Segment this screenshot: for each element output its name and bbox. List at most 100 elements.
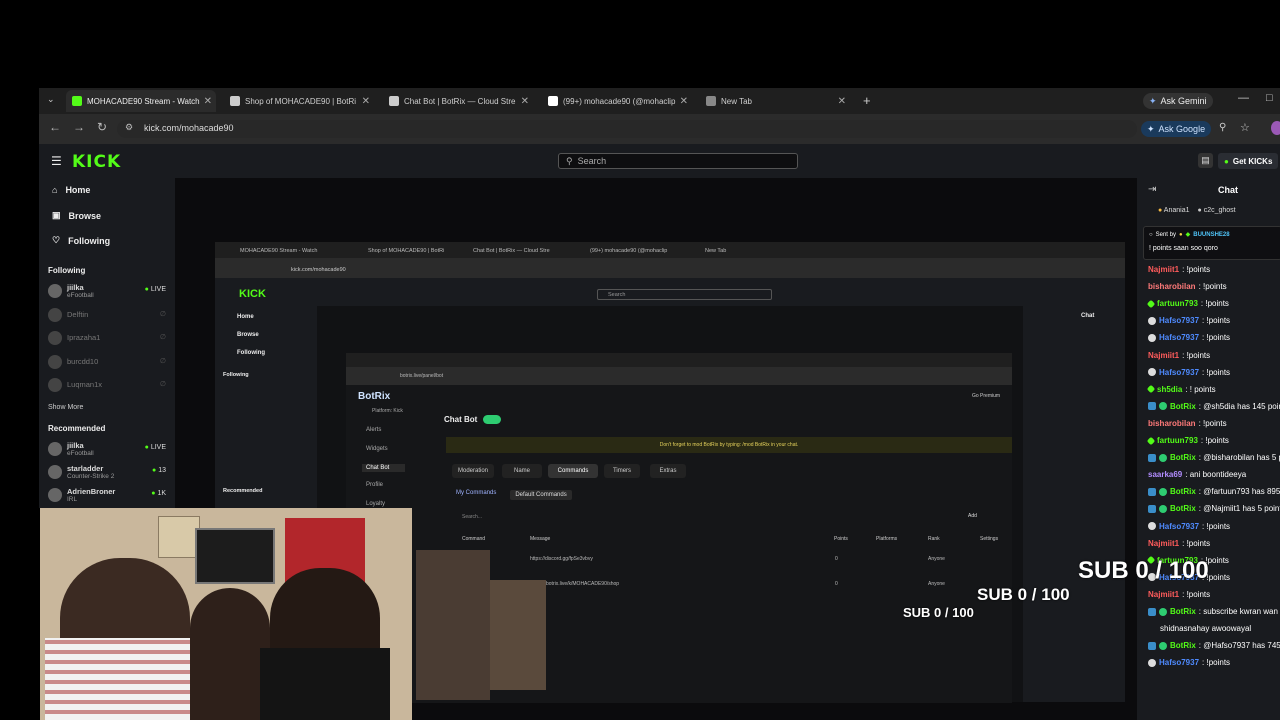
profile-avatar[interactable] [1271,121,1280,135]
chat-message[interactable]: BotRix: @Hafso7937 has 745 p [1148,641,1280,650]
chat-username[interactable]: Najmiit1 [1148,265,1179,274]
chat-message[interactable]: shidnasnahay awoowayal [1160,624,1251,633]
add-command-button: Add [968,513,977,519]
browser-tab-1[interactable]: MOHACADE90 Stream - Watch ✕ [66,90,216,112]
chat-username[interactable]: bisharobilan [1148,282,1196,291]
chat-username[interactable]: BotRix [1170,504,1196,513]
sidebar-channel[interactable]: starladder Counter-Strike 2 ● 13 [48,463,168,483]
chat-message[interactable]: bisharobilan: !points [1148,282,1227,291]
chat-message[interactable]: Hafso7937: !points [1148,368,1230,377]
tab-close-icon[interactable]: ✕ [680,96,688,107]
chat-message[interactable]: Hafso7937: !points [1148,658,1230,667]
sidebar-channel[interactable]: jiilka eFootball ● LIVE [48,282,168,302]
chat-username[interactable]: saarka69 [1148,470,1182,479]
address-bar[interactable] [117,120,1137,138]
user-badge-icon [1148,504,1156,513]
chat-message[interactable]: Hafso7937: !points [1148,316,1230,325]
tab-close-icon[interactable]: ✕ [521,96,529,107]
wallet-icon[interactable]: ▤ [1198,153,1213,168]
chat-username[interactable]: BotRix [1170,453,1196,462]
chat-username[interactable]: BotRix [1170,402,1196,411]
nested-tab-title: (99+) mohacade90 (@mohaclip [590,248,668,254]
sidebar-channel[interactable]: AdrienBroner IRL ● 1K [48,486,168,506]
chat-message[interactable]: BotRix: @sh5dia has 145 points [1148,402,1280,411]
ask-google-button[interactable]: ✦ Ask Google [1141,121,1212,137]
collapse-chat-icon[interactable]: ⇥ [1148,184,1156,195]
nested-chat-panel [1023,306,1125,702]
kick-logo[interactable]: KICK [72,152,121,172]
tab-close-icon[interactable]: ✕ [204,96,212,107]
chat-username[interactable]: bisharobilan [1148,419,1196,428]
chat-username[interactable]: sh5dia [1157,385,1182,394]
chat-username[interactable]: BotRix [1170,641,1196,650]
chat-username[interactable]: Hafso7937 [1159,368,1199,377]
chat-message-text: : ! points [1185,384,1216,394]
chat-message[interactable]: saarka69: ani boontideeya [1148,470,1246,479]
sidebar-channel[interactable]: Delftin ∅ [48,306,168,326]
channel-name: jiilka [67,441,84,450]
chat-message[interactable]: sh5dia: ! points [1146,384,1216,394]
nav-following[interactable]: ♡ Following [52,235,110,246]
browser-tab-2[interactable]: Shop of MOHACADE90 | BotRi ✕ [224,90,374,112]
chat-message-text: : !points [1202,658,1231,668]
chat-message[interactable]: Najmiit1: !points [1148,539,1210,548]
pinned-user-2[interactable]: ● c2c_ghost [1198,207,1236,214]
get-kicks-button[interactable]: ● Get KICKs [1218,153,1279,169]
tab-list-chevron-icon[interactable]: ⌄ [47,94,55,105]
sidebar-channel[interactable]: jiilka eFootball ● LIVE [48,440,168,460]
sidebar-channel[interactable]: Luqman1x ∅ [48,376,168,396]
chat-username[interactable]: Najmiit1 [1148,539,1179,548]
chat-username[interactable]: BotRix [1170,607,1196,616]
browser-tab-5[interactable]: New Tab ✕ [700,90,850,112]
chat-username[interactable]: Hafso7937 [1159,316,1199,325]
site-info-icon[interactable]: ⚙ [125,122,133,133]
chat-message[interactable]: BotRix: subscribe kwran wan [1148,607,1278,616]
back-arrow-icon[interactable]: ← [49,120,61,134]
chat-username[interactable]: Najmiit1 [1148,351,1179,360]
subtab-row: My Commands Default Commands [456,490,572,500]
chat-username[interactable]: Hafso7937 [1159,658,1199,667]
show-more-link[interactable]: Show More [48,404,83,411]
chat-message[interactable]: Najmiit1: !points [1148,351,1210,360]
chat-message-text: : !points [1202,333,1231,343]
chat-username[interactable]: BotRix [1170,487,1196,496]
forward-arrow-icon[interactable]: → [73,120,85,134]
chat-message[interactable]: BotRix: @Najmiit1 has 5 points [1148,504,1280,513]
sidebar-channel[interactable]: burcdd10 ∅ [48,353,168,373]
tab-close-icon[interactable]: ✕ [838,96,846,107]
chat-message[interactable]: BotRix: @fartuun793 has 895 p [1148,487,1280,496]
ask-gemini-button[interactable]: ✦ Ask Gemini [1143,93,1213,109]
nav-home[interactable]: ⌂ Home [52,185,90,195]
chat-username[interactable]: fartuun793 [1157,436,1198,445]
tab-close-icon[interactable]: ✕ [362,96,370,107]
chat-username[interactable]: Najmiit1 [1148,590,1179,599]
col-rank: Rank [928,536,940,542]
chat-message[interactable]: Najmiit1: !points [1148,590,1210,599]
chat-username[interactable]: Hafso7937 [1159,522,1199,531]
minimize-icon[interactable]: — [1238,92,1249,104]
hamburger-menu-icon[interactable]: ☰ [51,154,62,168]
search-input[interactable]: ⚲ Search [558,153,798,169]
chat-message[interactable]: Najmiit1: !points [1148,265,1210,274]
chat-message[interactable]: fartuun793: !points [1146,299,1229,308]
chat-message[interactable]: BotRix: @bisharobilan has 5 p [1148,453,1280,462]
sidebar-channel[interactable]: Iprazaha1 ∅ [48,329,168,349]
chat-message[interactable]: bisharobilan: !points [1148,419,1227,428]
maximize-icon[interactable]: □ [1266,92,1273,104]
pinned-message[interactable]: ○ Sent by ● ◆ BUUNSHE28 ! points saan so… [1143,226,1280,260]
new-tab-plus-icon[interactable]: + [863,93,871,108]
zoom-icon[interactable]: ⚲ [1219,122,1226,133]
chat-message[interactable]: Hafso7937: !points [1148,333,1230,342]
channel-status-text: LIVE [150,444,166,451]
reload-icon[interactable]: ↻ [97,120,107,134]
url-text[interactable]: kick.com/mohacade90 [144,123,234,133]
chat-username[interactable]: fartuun793 [1157,299,1198,308]
chat-username[interactable]: Hafso7937 [1159,333,1199,342]
browser-tab-4[interactable]: (99+) mohacade90 (@mohaclip ✕ [542,90,692,112]
pinned-user-1[interactable]: ● Anania1 [1158,207,1190,214]
bookmark-star-icon[interactable]: ☆ [1240,121,1250,134]
browser-tab-3[interactable]: Chat Bot | BotRix — Cloud Stre ✕ [383,90,533,112]
chat-message[interactable]: fartuun793: !points [1146,436,1229,445]
chat-message[interactable]: Hafso7937: !points [1148,522,1230,531]
nav-browse[interactable]: ▣ Browse [52,210,101,221]
